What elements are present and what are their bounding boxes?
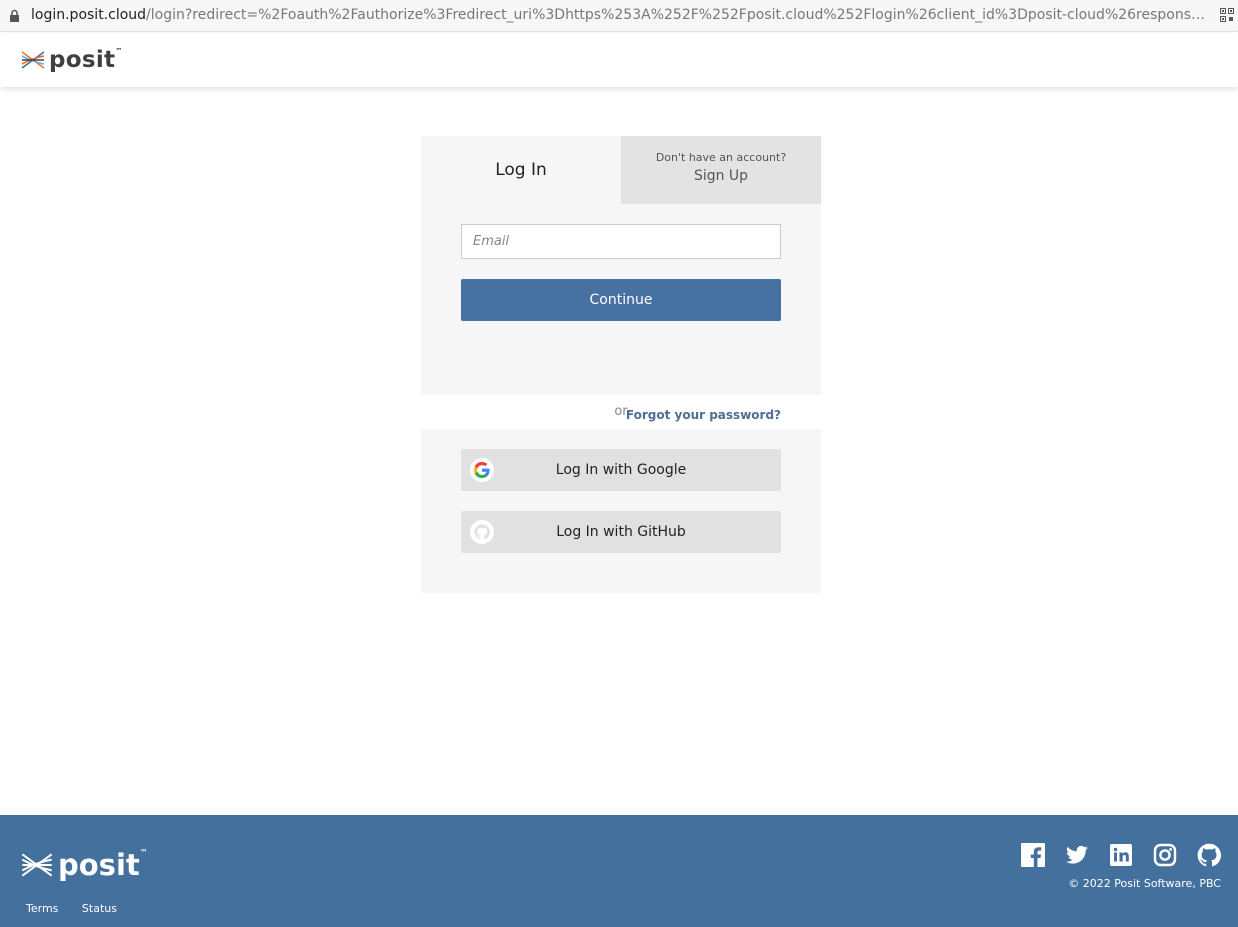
posit-mark-icon xyxy=(21,853,53,877)
footer-links: Terms Status xyxy=(26,902,137,915)
url-path: /login?redirect=%2Foauth%2Fauthorize%3Fr… xyxy=(146,7,1206,23)
status-link[interactable]: Status xyxy=(82,902,117,915)
terms-link[interactable]: Terms xyxy=(26,902,58,915)
qr-code-icon[interactable] xyxy=(1220,8,1234,22)
signup-prompt: Don't have an account? xyxy=(655,150,787,164)
email-field[interactable] xyxy=(461,224,781,259)
brand-text: posit xyxy=(49,47,116,73)
posit-mark-icon xyxy=(21,51,45,69)
google-login-button[interactable]: Log In with Google xyxy=(461,449,781,491)
linkedin-icon[interactable] xyxy=(1109,843,1133,867)
login-card: Log In Don't have an account? Sign Up Co… xyxy=(421,136,821,593)
footer-logo[interactable]: posit™ xyxy=(21,848,148,882)
twitter-icon[interactable] xyxy=(1065,843,1089,867)
tab-login-label: Log In xyxy=(495,160,547,180)
site-header: posit™ xyxy=(0,33,1238,87)
trademark: ™ xyxy=(115,47,123,55)
footer-brand-text: posit xyxy=(58,848,140,882)
lock-icon xyxy=(10,9,19,22)
url-text[interactable]: login.posit.cloud/login?redirect=%2Foaut… xyxy=(31,7,1206,23)
footer-social-icons xyxy=(1021,843,1221,867)
footer-trademark: ™ xyxy=(139,848,148,857)
site-footer: posit™ Terms Status © 2022 Posit Softwar… xyxy=(0,815,1238,927)
instagram-icon[interactable] xyxy=(1153,843,1177,867)
github-login-label: Log In with GitHub xyxy=(556,524,686,540)
login-form: Continue Forgot your password? xyxy=(421,204,821,422)
brand-name: posit™ xyxy=(49,47,123,73)
github-login-button[interactable]: Log In with GitHub xyxy=(461,511,781,553)
url-host: login.posit.cloud xyxy=(31,7,147,23)
copyright-text: © 2022 Posit Software, PBC xyxy=(1068,877,1221,890)
tab-signup[interactable]: Don't have an account? Sign Up xyxy=(621,136,821,204)
continue-button[interactable]: Continue xyxy=(461,279,781,321)
posit-logo[interactable]: posit™ xyxy=(21,47,123,73)
google-login-label: Log In with Google xyxy=(555,462,687,478)
google-icon xyxy=(470,458,494,482)
github-icon xyxy=(470,520,494,544)
forgot-password-link[interactable]: Forgot your password? xyxy=(626,408,781,422)
social-login-panel: Log In with Google Log In with GitHub xyxy=(421,429,821,593)
footer-brand: posit™ xyxy=(58,848,148,882)
signup-label: Sign Up xyxy=(693,167,749,184)
github-footer-icon[interactable] xyxy=(1197,843,1221,867)
tab-login[interactable]: Log In xyxy=(421,136,621,204)
facebook-icon[interactable] xyxy=(1021,843,1045,867)
auth-tabs: Log In Don't have an account? Sign Up xyxy=(421,136,821,204)
browser-url-bar[interactable]: login.posit.cloud/login?redirect=%2Foaut… xyxy=(0,0,1238,32)
